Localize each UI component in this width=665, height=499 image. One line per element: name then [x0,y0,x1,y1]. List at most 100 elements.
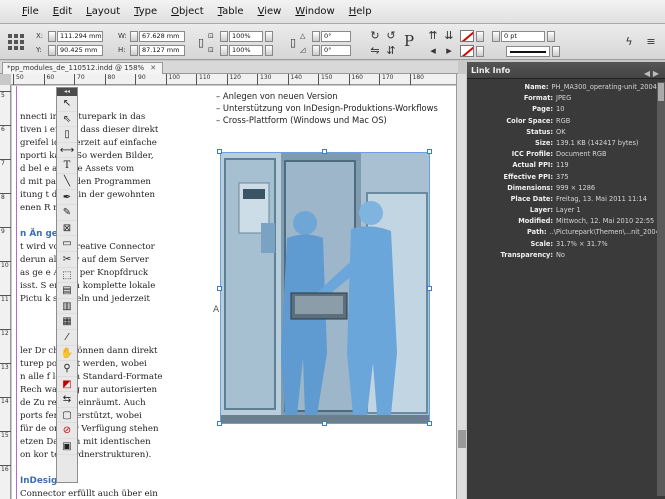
rotate-stepper[interactable] [312,30,320,42]
scale-x-field[interactable]: ⊡ 100% [208,30,274,42]
link-info-scroll-thumb[interactable] [658,83,664,101]
link-info-scrollbar[interactable] [657,82,665,496]
rotate-field[interactable]: △ 0° [300,30,351,42]
apply-none-icon[interactable]: ⊘ [57,423,77,440]
flip-horizontal-icon[interactable]: ⇋ [368,44,382,58]
selection-handle[interactable] [322,149,327,154]
gap-icon[interactable]: ⟷ [57,143,77,159]
lightning-icon[interactable]: ϟ [622,35,636,49]
reference-point-icon[interactable] [6,32,26,52]
constrain-scale-icon[interactable]: ▯ [286,36,300,50]
frame-rect-icon[interactable]: ⊠ [57,221,77,237]
tools-panel-grip[interactable]: ◂◂ [57,88,77,96]
link-info-nav-icon[interactable]: ◀ ▶ [644,65,659,82]
fill-dropdown-arrow[interactable] [476,30,484,42]
document-tab[interactable]: *pp_modules_de_110512.indd @ 158% ✕ [2,62,164,74]
pencil-icon[interactable]: ✎ [57,205,77,221]
selection-handle[interactable] [217,286,222,291]
hand-icon[interactable]: ✋ [57,346,77,362]
y-stepper[interactable] [48,44,56,56]
constrain-proportions-icon[interactable]: ▯ [194,36,208,50]
x-value[interactable]: 111.294 mm [57,30,103,42]
menu-edit[interactable]: Edit [53,6,72,17]
stroke-weight-value[interactable]: 0 pt [501,30,545,42]
rectangle-icon[interactable]: ▭ [57,236,77,252]
stroke-dropdown-arrow[interactable] [476,45,484,57]
rotate-ccw-icon[interactable]: ↺ [384,29,398,43]
selection-handle[interactable] [217,421,222,426]
close-icon[interactable]: ✕ [150,64,156,72]
menu-window[interactable]: Window [295,6,334,17]
shear-stepper[interactable] [312,44,320,56]
preview-mode-icon[interactable]: ▣ [57,439,77,455]
panel-menu-icon[interactable]: ≡ [644,35,658,49]
menu-help[interactable]: Help [349,6,372,17]
stroke-type-dropdown[interactable] [552,45,560,57]
select-container-icon[interactable]: ⇈ [426,29,440,43]
height-field[interactable]: H: 87.127 mm [118,44,185,56]
scale-y-stepper[interactable] [220,44,228,56]
placed-image[interactable] [220,152,430,424]
page-icon[interactable]: ▯ [57,127,77,143]
menu-view[interactable]: View [258,6,282,17]
type-icon[interactable]: T [57,158,77,174]
selection-handle[interactable] [322,421,327,426]
rotate-value[interactable]: 0° [321,30,351,42]
scale-y-value[interactable]: 100% [229,44,263,56]
stroke-type-field[interactable] [506,45,561,57]
fill-dropdown[interactable] [476,30,485,42]
w-value[interactable]: 67.628 mm [139,30,185,42]
swap-icon[interactable]: ⇆ [57,392,77,408]
selection-handle[interactable] [427,286,432,291]
shear-field[interactable]: ◿ 0° [300,44,351,56]
vertical-scrollbar[interactable] [456,74,466,499]
menu-type[interactable]: Type [134,6,157,17]
link-info-header[interactable]: Link Info ◀ ▶ [467,62,665,79]
gradient-icon[interactable]: ▤ [57,283,77,299]
scissors-icon[interactable]: ✂ [57,252,77,268]
w-stepper[interactable] [130,30,138,42]
y-field[interactable]: Y: 90.425 mm [36,44,103,56]
shear-value[interactable]: 0° [321,44,351,56]
menu-layout[interactable]: Layout [86,6,120,17]
menu-object[interactable]: Object [171,6,204,17]
vertical-ruler[interactable]: 5 6 7 8 9 10 11 12 13 14 15 16 [0,85,11,499]
fill-stroke-icon[interactable]: ◩ [57,377,77,393]
scale-y-field[interactable]: ⊡ 100% [208,44,274,56]
scrollbar-thumb[interactable] [458,430,466,448]
line-icon[interactable]: ╲ [57,174,77,190]
horizontal-ruler[interactable]: 50 60 70 80 90 100 110 120 130 140 150 160 170 180 [11,74,456,85]
stroke-dropdown[interactable] [476,45,485,57]
pen-icon[interactable]: ✒ [57,190,77,206]
bullet-list[interactable]: – Anlegen von neuen Version – Unterstützu… [216,90,456,126]
selection-handle[interactable] [427,149,432,154]
y-value[interactable]: 90.425 mm [57,44,103,56]
stroke-weight-stepper[interactable] [492,30,500,42]
selection-handle[interactable] [427,421,432,426]
selection-handle[interactable] [217,149,222,154]
scale-x-stepper[interactable] [220,30,228,42]
h-stepper[interactable] [130,44,138,56]
stroke-weight-field[interactable]: 0 pt [492,30,556,42]
x-stepper[interactable] [48,30,56,42]
flip-vertical-icon[interactable]: ⇵ [384,44,398,58]
stroke-weight-dropdown[interactable] [547,30,555,42]
x-field[interactable]: X: 111.294 mm [36,30,103,42]
direct-select-icon[interactable]: ⇖ [57,112,77,128]
formatting-container-icon[interactable]: ▢ [57,408,77,424]
scale-x-value[interactable]: 100% [229,30,263,42]
arrow-select-icon[interactable]: ↖ [57,96,77,112]
width-field[interactable]: W: 67.628 mm [118,30,185,42]
select-previous-icon[interactable]: ◂ [426,44,440,58]
free-transform-icon[interactable]: ⬚ [57,268,77,284]
gradient-feather-icon[interactable]: ▥ [57,299,77,315]
left-text-column[interactable]: nnecti ird Picturepark in das tiven i ert… [20,111,206,499]
eyedropper-icon[interactable]: ⁄ [57,330,77,346]
select-content-icon[interactable]: ⇊ [442,29,456,43]
scale-x-dropdown[interactable] [265,30,273,42]
note-icon[interactable]: ▦ [57,314,77,330]
h-value[interactable]: 87.127 mm [139,44,185,56]
scale-y-dropdown[interactable] [265,44,273,56]
select-next-icon[interactable]: ▸ [442,44,456,58]
stroke-swatch[interactable] [460,45,474,57]
